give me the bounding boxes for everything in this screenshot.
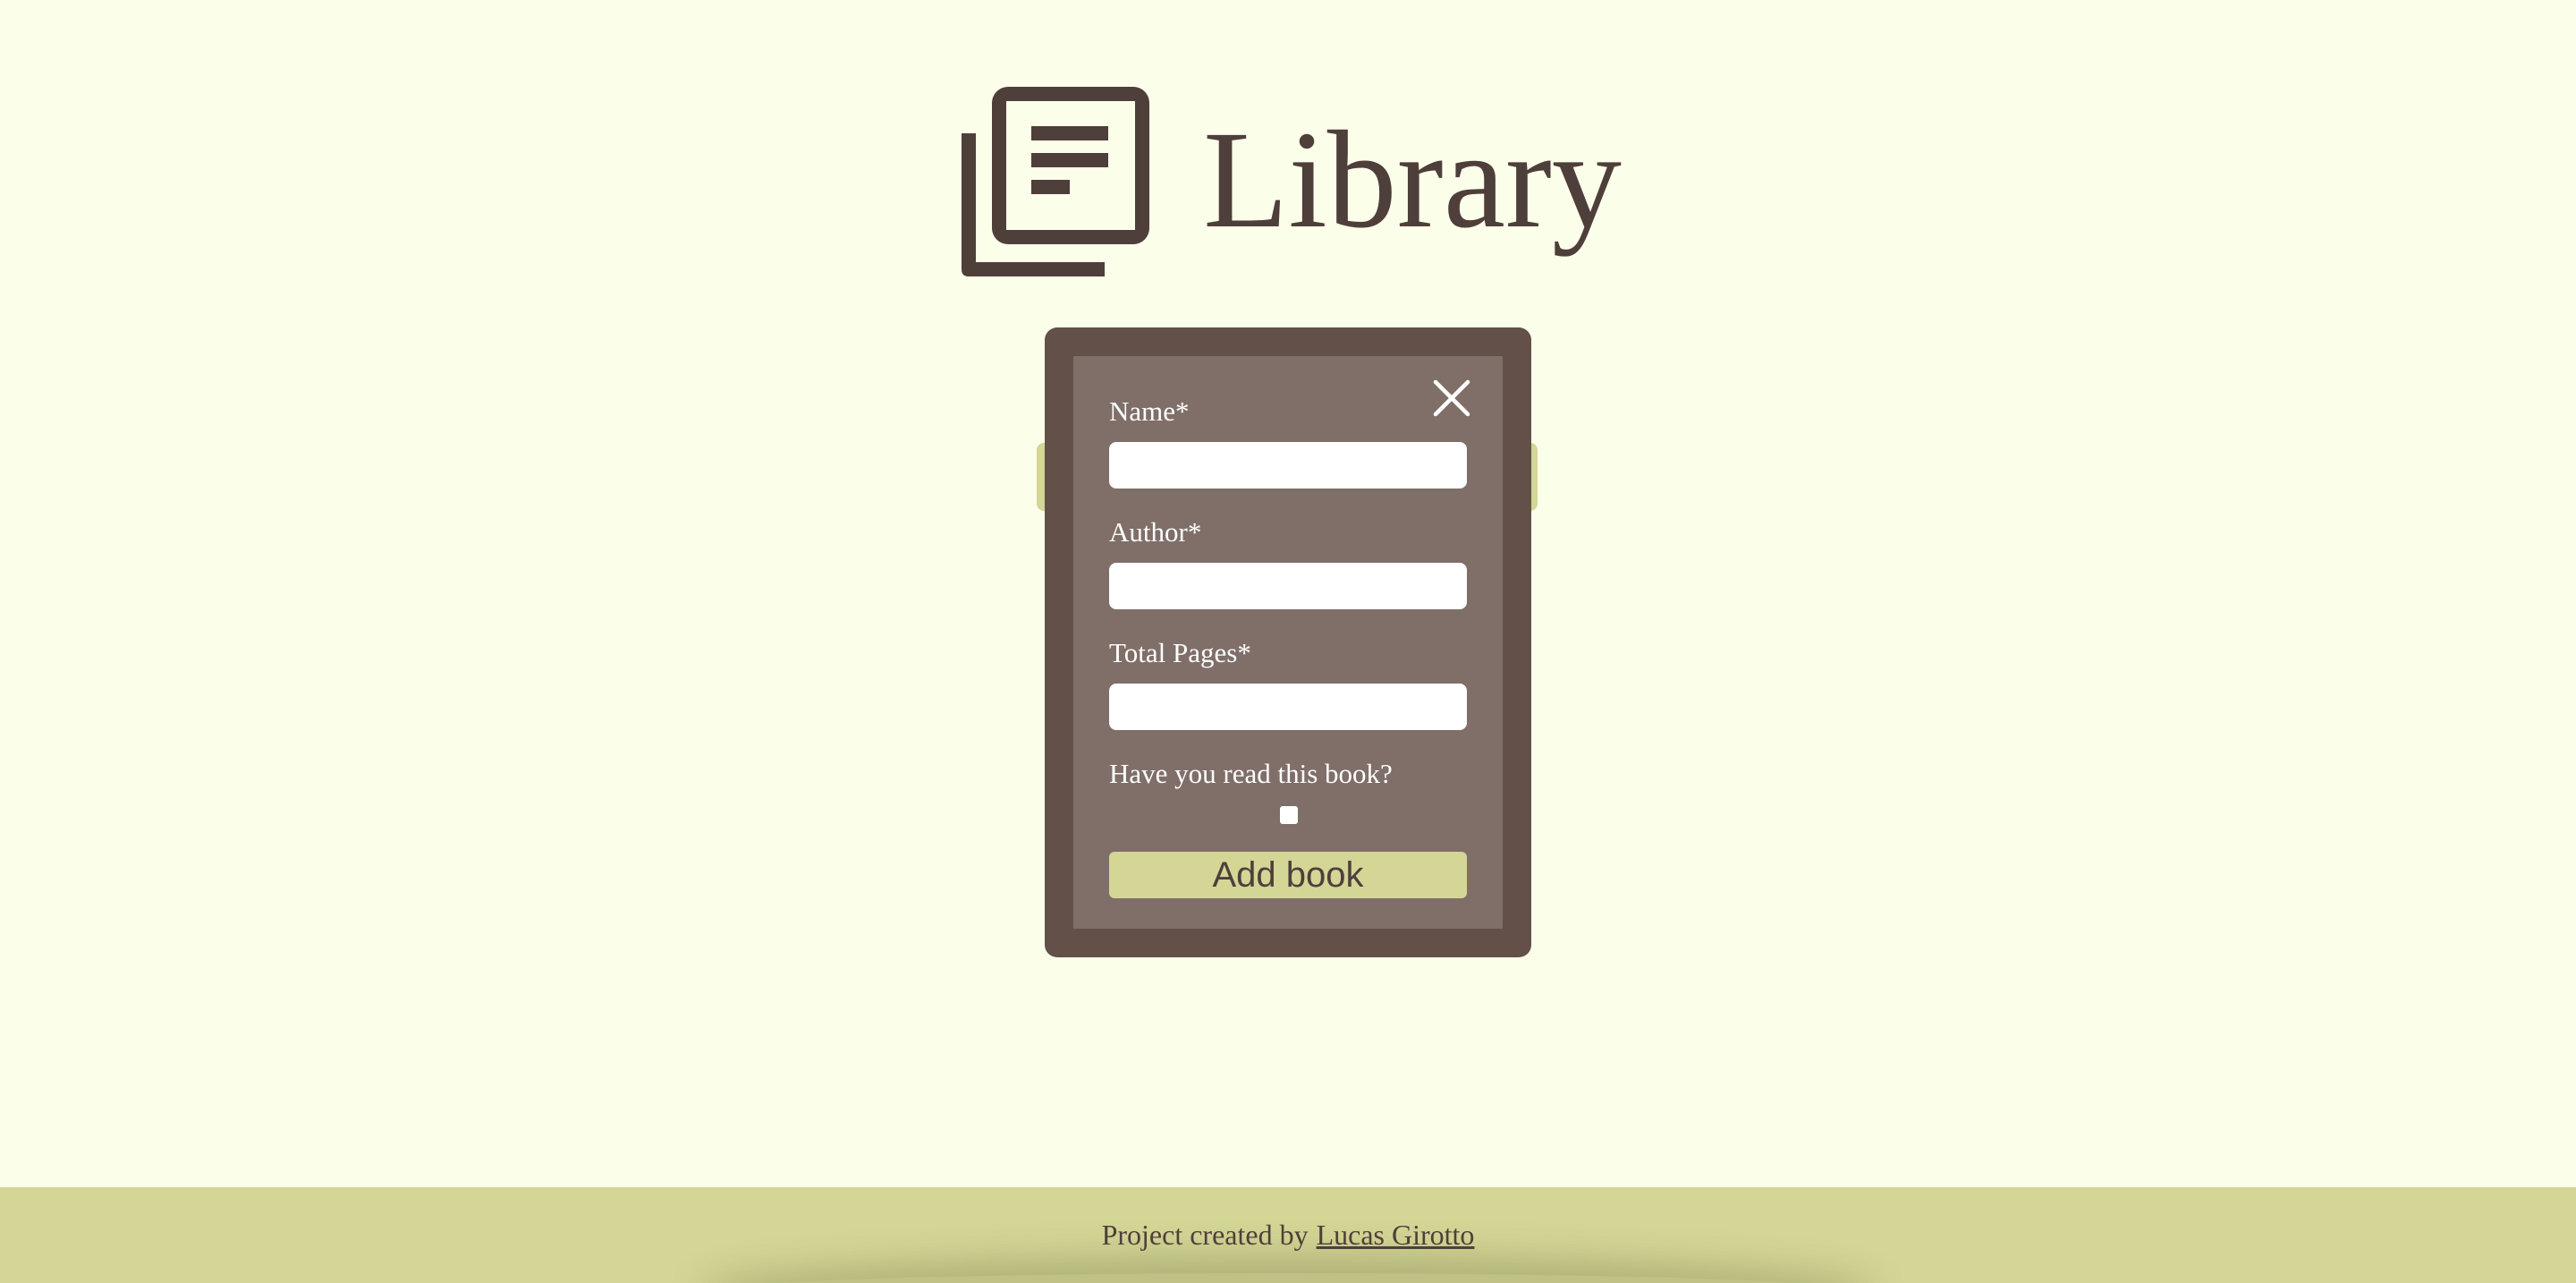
name-input[interactable] xyxy=(1109,442,1467,489)
footer-credit-prefix: Project created by xyxy=(1101,1219,1309,1251)
read-question-label: Have you read this book? xyxy=(1109,758,1393,789)
author-input[interactable] xyxy=(1109,563,1467,609)
total-pages-label: Total Pages* xyxy=(1109,637,1251,668)
author-label: Author* xyxy=(1109,516,1202,548)
total-pages-input[interactable] xyxy=(1109,684,1467,730)
add-book-modal: Name* Author* Total Pages* Have you read… xyxy=(1045,327,1531,957)
name-label: Name* xyxy=(1109,395,1190,427)
page-title: Library xyxy=(1203,102,1622,257)
add-book-button[interactable]: Add book xyxy=(1109,852,1467,898)
footer-credit: Project created by Lucas Girotto xyxy=(0,1187,2576,1283)
close-icon xyxy=(1431,378,1472,419)
read-checkbox[interactable] xyxy=(1280,806,1298,824)
library-books-icon xyxy=(954,87,1150,282)
page-header: Library xyxy=(0,86,2576,283)
close-button[interactable] xyxy=(1431,378,1472,419)
page-footer: Project created by Lucas Girotto xyxy=(0,1187,2576,1283)
add-book-form: Name* Author* Total Pages* Have you read… xyxy=(1073,356,1503,929)
author-link[interactable]: Lucas Girotto xyxy=(1317,1219,1475,1252)
